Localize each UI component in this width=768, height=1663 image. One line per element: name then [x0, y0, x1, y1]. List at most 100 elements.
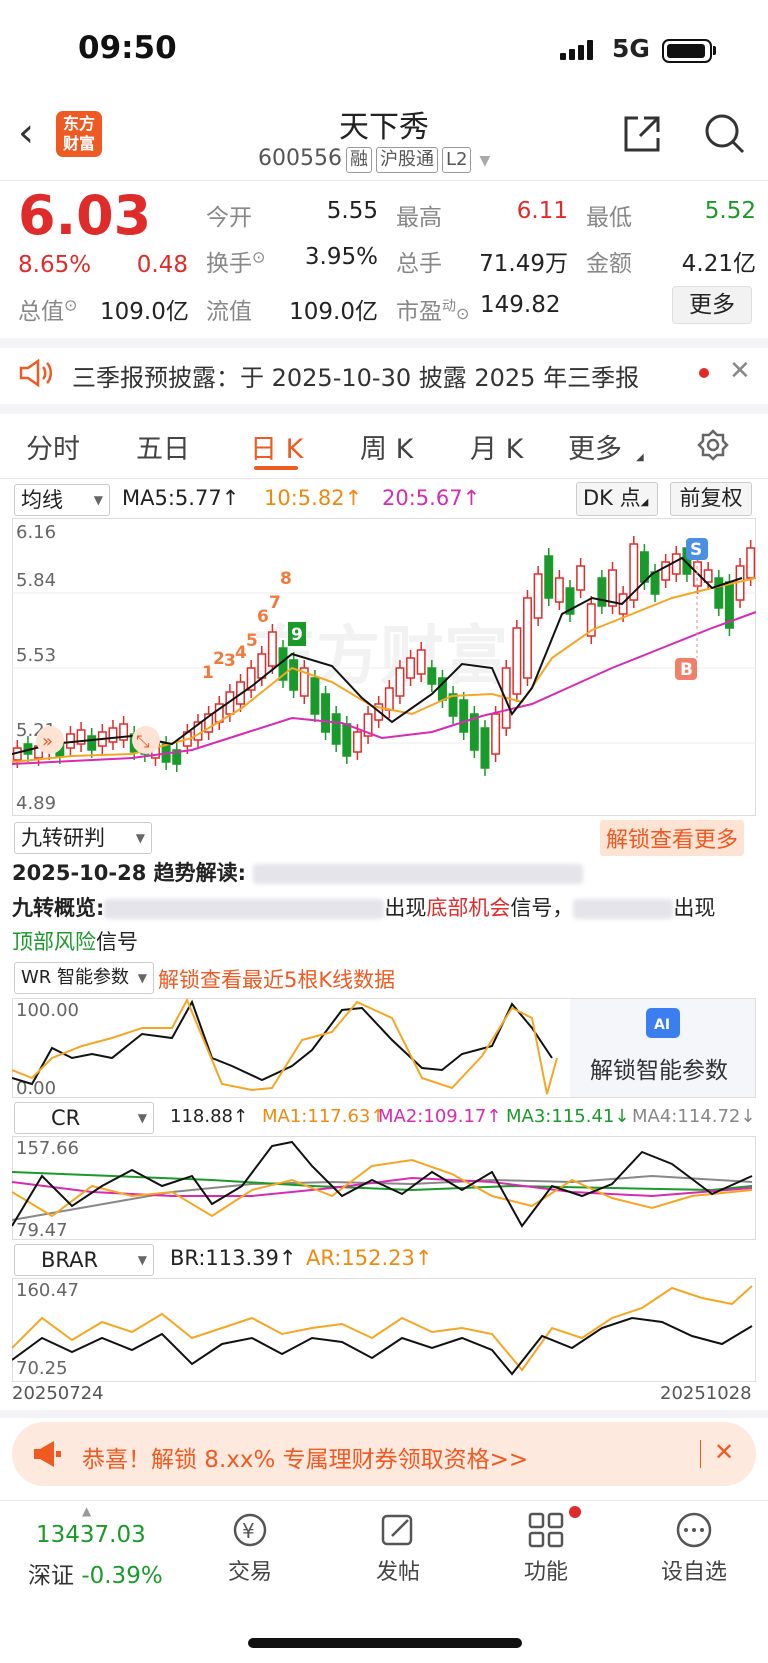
svg-text:100.00: 100.00 — [16, 1000, 79, 1021]
candle-body — [639, 551, 649, 583]
cr-line — [12, 1140, 753, 1228]
tab-five-day[interactable]: 五日 — [136, 427, 190, 466]
tab-more[interactable]: 更多 — [568, 427, 622, 466]
svg-text:AI: AI — [654, 1017, 670, 1033]
open-value: 5.55 — [326, 198, 378, 224]
index-row[interactable]: 深证 -0.39% — [28, 1556, 163, 1590]
tab-indicator — [254, 466, 298, 470]
candle-body — [352, 731, 362, 753]
adjust-button[interactable]: 前复权 — [670, 482, 752, 516]
info-icon[interactable]: ⊙ — [252, 247, 265, 266]
nav-watchlist[interactable]: 设自选 — [644, 1554, 744, 1586]
tab-weekly-k[interactable]: 周 K — [360, 427, 413, 466]
index-value[interactable]: 13437.03 — [36, 1522, 146, 1548]
y-label-1: 6.16 — [16, 522, 56, 543]
watchlist-icon[interactable] — [674, 1510, 714, 1550]
notice-text[interactable]: 三季报预披露：于 2025-10-30 披露 2025 年三季报 — [72, 358, 639, 393]
stock-code-row: 600556 融沪股通 L2 ▼ — [258, 146, 490, 173]
candle-body — [746, 547, 756, 579]
candle-body — [416, 649, 426, 675]
brar-selector[interactable]: BRAR ▼ — [14, 1244, 154, 1276]
unlock-more-button[interactable]: 解锁查看更多 — [600, 820, 745, 856]
candle-body — [554, 577, 564, 603]
brar-chart[interactable]: 160.47 70.25 — [12, 1278, 756, 1382]
candle-body — [576, 565, 586, 591]
function-icon[interactable] — [526, 1510, 566, 1550]
nine-mark-7: 7 — [269, 593, 281, 613]
change-value: 0.48 — [136, 252, 188, 278]
cr-ma1: MA1:117.63↑ — [262, 1106, 386, 1127]
info-icon[interactable]: ⊙ — [64, 295, 77, 314]
cr-selector[interactable]: CR ▼ — [14, 1102, 154, 1134]
mcap-label: 总值⊙ — [18, 295, 78, 325]
svg-text:»: » — [42, 731, 53, 752]
pe-value: 149.82 — [480, 292, 561, 318]
turnover-label: 换手⊙ — [206, 247, 266, 277]
nine-mark-5: 5 — [246, 631, 258, 651]
share-icon[interactable] — [620, 112, 664, 156]
jiuzhuan-selector[interactable]: 九转研判 ▼ — [14, 822, 152, 854]
volume-label: 总手 — [396, 251, 442, 277]
candle-body — [395, 667, 405, 697]
candle-body — [331, 713, 341, 745]
date-end: 20251028 — [660, 1383, 752, 1404]
index-caret-icon: ▲ — [82, 1504, 92, 1518]
candle-body — [257, 653, 267, 679]
change-pct: 8.65% — [18, 252, 92, 278]
promo-text[interactable]: 恭喜！解锁 8.xx% 专属理财券领取资格>> — [82, 1440, 528, 1474]
search-icon[interactable] — [703, 112, 747, 156]
nav-post[interactable]: 发帖 — [348, 1554, 448, 1586]
candle-body — [480, 727, 490, 769]
candle-body — [597, 577, 607, 607]
caret-down-icon[interactable]: ▼ — [479, 153, 490, 169]
wr-chart[interactable]: 100.00 0.00 AI 解锁智能参数 — [12, 998, 756, 1098]
candle-body — [650, 571, 660, 595]
candle-body — [671, 553, 681, 575]
jiuzhuan-overview: 九转概览: 出现底部机会信号， 出现 顶部风险信号 — [12, 896, 716, 954]
candle-body — [491, 713, 501, 755]
nine-mark-8: 8 — [280, 569, 292, 589]
wr-hint[interactable]: 解锁查看最近5根K线数据 — [158, 964, 395, 994]
unlock-smart-params[interactable]: 解锁智能参数 — [590, 1058, 728, 1084]
svg-text:B: B — [680, 660, 693, 680]
wr-selector[interactable]: WR 智能参数 ▼ — [14, 962, 154, 994]
svg-text:160.47: 160.47 — [16, 1280, 79, 1301]
open-label: 今开 — [206, 205, 252, 231]
ar-line — [12, 1285, 753, 1372]
cr-value: 118.88↑ — [170, 1106, 249, 1127]
tab-daily-k[interactable]: 日 K — [250, 427, 303, 466]
dk-point-button[interactable]: DK 点◢ — [576, 482, 658, 516]
cr-ma4: MA4:114.72↓ — [632, 1106, 756, 1127]
nav-trade[interactable]: 交易 — [200, 1554, 300, 1586]
nine-mark-6: 6 — [257, 607, 269, 627]
nav-function[interactable]: 功能 — [496, 1554, 596, 1586]
trade-icon[interactable]: ¥ — [228, 1510, 272, 1550]
promo-close-icon[interactable]: ✕ — [714, 1438, 734, 1466]
candle-body — [87, 735, 97, 751]
settings-icon[interactable] — [696, 428, 730, 462]
mcap-value: 109.0亿 — [100, 299, 189, 325]
kline-chart[interactable]: 东方财富 6.16 5.84 5.53 5.21 4.89 12 3 45678 9… — [12, 518, 756, 816]
ma-selector[interactable]: 均线 ▼ — [14, 484, 110, 516]
cr-ma3: MA3:115.41↓ — [506, 1106, 630, 1127]
cr-chart[interactable]: 157.66 79.47 — [12, 1136, 756, 1240]
tab-intraday[interactable]: 分时 — [26, 427, 80, 466]
high-label: 最高 — [396, 205, 442, 231]
wr-line-2 — [12, 998, 558, 1095]
trend-date-line: 2025-10-28 趋势解读: — [12, 857, 584, 887]
float-value: 109.0亿 — [289, 299, 378, 325]
stock-code: 600556 — [258, 146, 342, 171]
network-label: 5G — [612, 34, 650, 63]
ma10-readout: 10:5.82↑ — [264, 486, 363, 510]
amount-label: 金额 — [586, 251, 632, 277]
date-start: 20250724 — [12, 1383, 104, 1404]
svg-text:79.47: 79.47 — [16, 1220, 68, 1240]
svg-text:S: S — [690, 540, 702, 560]
tab-monthly-k[interactable]: 月 K — [470, 427, 523, 466]
more-button[interactable]: 更多 — [672, 286, 752, 324]
low-value: 5.52 — [704, 198, 756, 224]
close-icon[interactable]: ✕ — [729, 356, 751, 386]
br-line — [12, 1316, 753, 1376]
post-icon[interactable] — [378, 1510, 418, 1550]
info-icon[interactable]: ⊙ — [456, 304, 469, 323]
